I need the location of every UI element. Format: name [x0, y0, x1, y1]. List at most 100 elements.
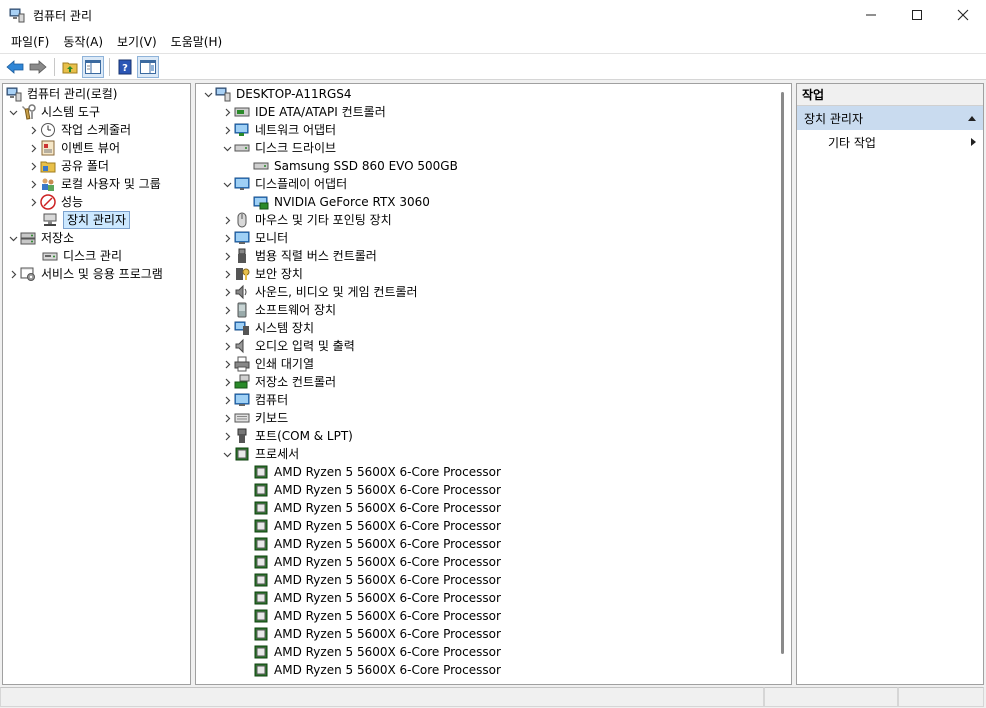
- device-category-disk[interactable]: 디스크 드라이브: [220, 139, 336, 157]
- device-category-computer[interactable]: 컴퓨터: [220, 391, 288, 409]
- chevron-down-icon[interactable]: [220, 445, 234, 463]
- chevron-down-icon[interactable]: [220, 139, 234, 157]
- tree-item-shared-folders[interactable]: 공유 폴더: [26, 157, 109, 175]
- device-item-processor[interactable]: AMD Ryzen 5 5600X 6-Core Processor: [239, 661, 501, 679]
- device-category-display[interactable]: 디스플레이 어댑터: [220, 175, 347, 193]
- forward-button[interactable]: [27, 56, 49, 78]
- actions-section-device-manager[interactable]: 장치 관리자: [797, 106, 983, 130]
- chevron-right-icon[interactable]: [220, 391, 234, 409]
- tree-item-services[interactable]: 서비스 및 응용 프로그램: [6, 265, 163, 283]
- device-category-sound[interactable]: 사운드, 비디오 및 게임 컨트롤러: [220, 283, 418, 301]
- device-label: Samsung SSD 860 EVO 500GB: [274, 159, 458, 173]
- computer-management-icon: [6, 86, 22, 102]
- up-level-button[interactable]: [59, 56, 81, 78]
- device-category-storage-controller[interactable]: 저장소 컨트롤러: [220, 373, 336, 391]
- tree-item-disk-management[interactable]: 디스크 관리: [40, 247, 122, 265]
- show-hide-action-pane-button[interactable]: [137, 55, 159, 78]
- device-category-system[interactable]: 시스템 장치: [220, 319, 314, 337]
- device-category-mouse[interactable]: 마우스 및 기타 포인팅 장치: [220, 211, 392, 229]
- chevron-down-icon[interactable]: [220, 175, 234, 193]
- chevron-right-icon[interactable]: [220, 319, 234, 337]
- chevron-right-icon[interactable]: [26, 121, 40, 139]
- back-button[interactable]: [4, 56, 26, 78]
- device-item-processor[interactable]: AMD Ryzen 5 5600X 6-Core Processor: [239, 535, 501, 553]
- device-category-network[interactable]: 네트워크 어댑터: [220, 121, 336, 139]
- tree-item-local-users[interactable]: 로컬 사용자 및 그룹: [26, 175, 161, 193]
- tree-item-task-scheduler[interactable]: 작업 스케줄러: [26, 121, 131, 139]
- menu-help[interactable]: 도움말(H): [164, 33, 230, 50]
- device-item-processor[interactable]: AMD Ryzen 5 5600X 6-Core Processor: [239, 571, 501, 589]
- help-button[interactable]: ?: [114, 56, 136, 78]
- device-item-processor[interactable]: AMD Ryzen 5 5600X 6-Core Processor: [239, 553, 501, 571]
- actions-pane: 작업 장치 관리자 기타 작업: [796, 83, 984, 685]
- device-item-processor[interactable]: AMD Ryzen 5 5600X 6-Core Processor: [239, 589, 501, 607]
- tree-item-system-tools[interactable]: 시스템 도구: [6, 103, 100, 121]
- usb-icon: [234, 248, 250, 264]
- tree-item-device-manager[interactable]: 장치 관리자: [40, 211, 131, 229]
- device-category-audio[interactable]: 오디오 입력 및 출력: [220, 337, 355, 355]
- device-item-gpu[interactable]: NVIDIA GeForce RTX 3060: [239, 193, 430, 211]
- tree-item-performance[interactable]: 성능: [26, 193, 83, 211]
- chevron-right-icon[interactable]: [26, 175, 40, 193]
- chevron-right-icon[interactable]: [6, 265, 20, 283]
- menu-file[interactable]: 파일(F): [4, 33, 56, 50]
- chevron-right-icon[interactable]: [220, 229, 234, 247]
- chevron-right-icon[interactable]: [220, 337, 234, 355]
- tree-item-storage[interactable]: 저장소: [6, 229, 74, 247]
- device-category-print-queue[interactable]: 인쇄 대기열: [220, 355, 314, 373]
- menu-view[interactable]: 보기(V): [110, 33, 164, 50]
- tree-label-selected: 장치 관리자: [63, 211, 131, 229]
- chevron-right-icon[interactable]: [220, 301, 234, 319]
- chevron-right-icon[interactable]: [220, 211, 234, 229]
- device-item-processor[interactable]: AMD Ryzen 5 5600X 6-Core Processor: [239, 625, 501, 643]
- device-item-processor[interactable]: AMD Ryzen 5 5600X 6-Core Processor: [239, 517, 501, 535]
- device-item-processor[interactable]: AMD Ryzen 5 5600X 6-Core Processor: [239, 643, 501, 661]
- chevron-right-icon[interactable]: [26, 157, 40, 175]
- close-button[interactable]: [940, 0, 986, 30]
- device-category-monitor[interactable]: 모니터: [220, 229, 288, 247]
- chevron-right-icon[interactable]: [220, 355, 234, 373]
- device-item-processor[interactable]: AMD Ryzen 5 5600X 6-Core Processor: [239, 481, 501, 499]
- scrollbar-thumb[interactable]: [781, 92, 784, 654]
- device-item-ssd[interactable]: Samsung SSD 860 EVO 500GB: [239, 157, 458, 175]
- chevron-down-icon[interactable]: [6, 103, 20, 121]
- menu-action[interactable]: 동작(A): [56, 33, 110, 50]
- device-category-software[interactable]: 소프트웨어 장치: [220, 301, 336, 319]
- device-category-security[interactable]: 보안 장치: [220, 265, 303, 283]
- vertical-scrollbar[interactable]: [774, 84, 791, 684]
- device-item-processor[interactable]: AMD Ryzen 5 5600X 6-Core Processor: [239, 463, 501, 481]
- tree-item-event-viewer[interactable]: 이벤트 뷰어: [26, 139, 120, 157]
- device-label: IDE ATA/ATAPI 컨트롤러: [255, 105, 386, 119]
- maximize-button[interactable]: [894, 0, 940, 30]
- chevron-down-icon[interactable]: [201, 85, 215, 103]
- device-label: AMD Ryzen 5 5600X 6-Core Processor: [274, 663, 501, 677]
- chevron-right-icon[interactable]: [26, 139, 40, 157]
- action-more-actions[interactable]: 기타 작업: [797, 130, 983, 154]
- device-item-processor[interactable]: AMD Ryzen 5 5600X 6-Core Processor: [239, 607, 501, 625]
- chevron-right-icon[interactable]: [220, 409, 234, 427]
- chevron-right-icon[interactable]: [220, 373, 234, 391]
- device-category-processor[interactable]: 프로세서: [220, 445, 299, 463]
- show-hide-console-tree-button[interactable]: [82, 55, 104, 78]
- chevron-right-icon[interactable]: [220, 427, 234, 445]
- device-root[interactable]: DESKTOP-A11RGS4: [201, 85, 352, 103]
- chevron-right-icon[interactable]: [220, 121, 234, 139]
- chevron-right-icon[interactable]: [220, 283, 234, 301]
- device-category-ports[interactable]: 포트(COM & LPT): [220, 427, 353, 445]
- chevron-right-icon[interactable]: [26, 193, 40, 211]
- device-item-processor[interactable]: AMD Ryzen 5 5600X 6-Core Processor: [239, 499, 501, 517]
- minimize-button[interactable]: [848, 0, 894, 30]
- chevron-right-icon[interactable]: [220, 103, 234, 121]
- chevron-right-icon[interactable]: [220, 247, 234, 265]
- maximize-icon: [912, 10, 922, 20]
- device-label: NVIDIA GeForce RTX 3060: [274, 195, 430, 209]
- device-category-keyboard[interactable]: 키보드: [220, 409, 288, 427]
- tree-root[interactable]: 컴퓨터 관리(로컬): [6, 85, 117, 103]
- device-category-usb[interactable]: 범용 직렬 버스 컨트롤러: [220, 247, 377, 265]
- chevron-down-icon[interactable]: [6, 229, 20, 247]
- chevron-right-icon[interactable]: [220, 265, 234, 283]
- device-category-ide[interactable]: IDE ATA/ATAPI 컨트롤러: [220, 103, 386, 121]
- device-label: AMD Ryzen 5 5600X 6-Core Processor: [274, 537, 501, 551]
